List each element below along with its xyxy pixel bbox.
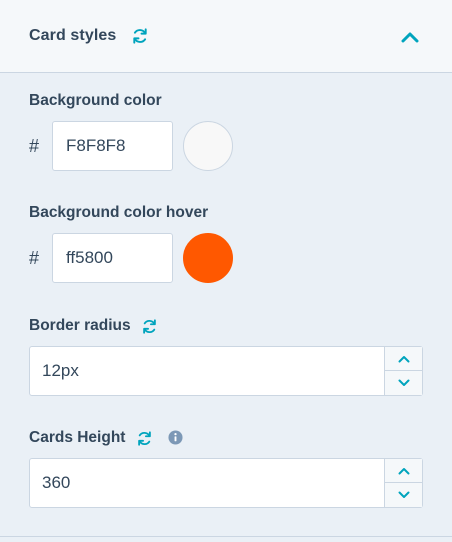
chevron-up-icon[interactable] (400, 27, 420, 47)
chevron-up-icon (398, 355, 409, 362)
increment-button[interactable] (385, 347, 422, 371)
cards-height-field (29, 458, 423, 508)
refresh-icon[interactable] (141, 317, 159, 335)
chevron-down-icon (398, 379, 409, 386)
chevron-down-icon (398, 491, 409, 498)
chevron-up-icon (398, 467, 409, 474)
cards-height-label: Cards Height (29, 429, 184, 447)
background-color-label: Background color (29, 92, 162, 110)
card-styles-panel: Card styles Background color # Backgroun… (0, 0, 452, 542)
section-header[interactable]: Card styles (0, 0, 452, 73)
refresh-icon[interactable] (135, 429, 153, 447)
refresh-icon[interactable] (130, 26, 150, 46)
cards-height-stepper (384, 459, 422, 507)
border-radius-label: Border radius (29, 317, 159, 335)
background-color-label-text: Background color (29, 92, 162, 109)
divider (0, 536, 452, 537)
background-color-hover-label-text: Background color hover (29, 204, 209, 221)
background-color-input[interactable] (52, 121, 173, 171)
background-color-hover-label: Background color hover (29, 204, 208, 222)
border-radius-input[interactable] (30, 347, 385, 395)
hash-prefix: # (29, 136, 40, 156)
decrement-button[interactable] (385, 483, 422, 507)
hash-prefix: # (29, 248, 40, 268)
increment-button[interactable] (385, 459, 422, 483)
background-color-hover-input[interactable] (52, 233, 173, 283)
border-radius-stepper (384, 347, 422, 395)
cards-height-input[interactable] (30, 459, 385, 507)
cards-height-label-text: Cards Height (29, 429, 126, 446)
background-color-hover-swatch[interactable] (183, 233, 233, 283)
section-title: Card styles (29, 27, 117, 44)
border-radius-label-text: Border radius (29, 317, 131, 334)
border-radius-field (29, 346, 423, 396)
decrement-button[interactable] (385, 371, 422, 395)
background-color-swatch[interactable] (183, 121, 233, 171)
info-icon[interactable] (168, 430, 184, 446)
